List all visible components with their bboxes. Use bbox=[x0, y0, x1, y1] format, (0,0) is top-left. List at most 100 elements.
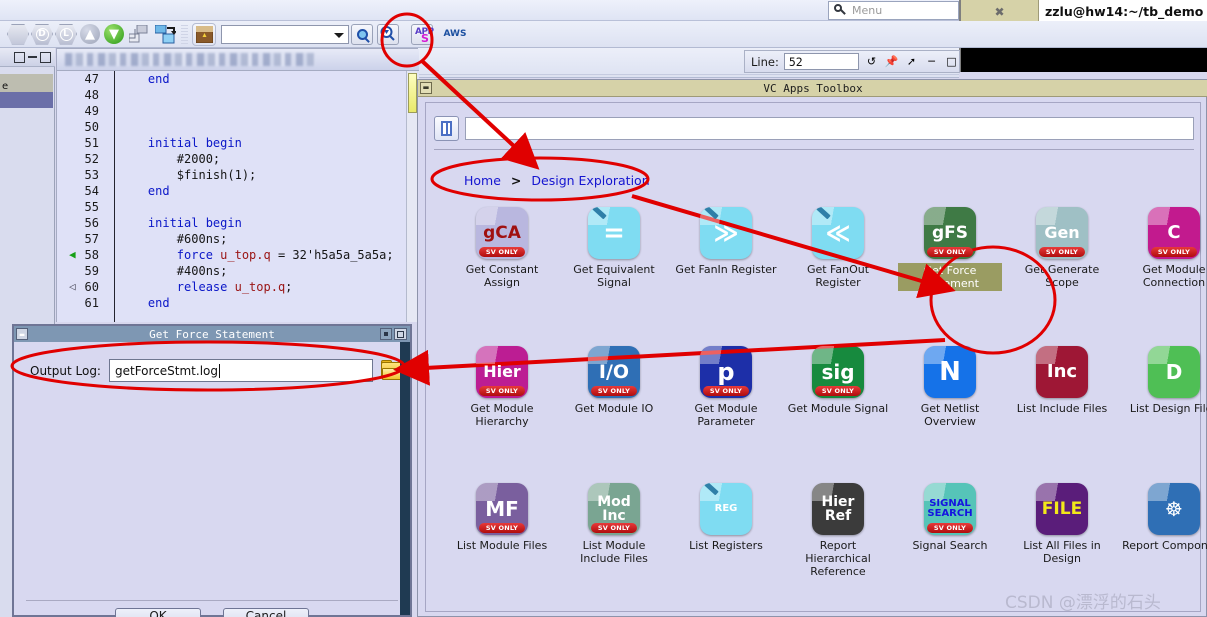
app-tile[interactable]: sig SV ONLY Get Module Signal bbox=[782, 346, 894, 461]
refresh-icon[interactable]: ↺ bbox=[864, 54, 879, 69]
code-line[interactable]: 51 initial begin bbox=[57, 135, 419, 151]
code-line[interactable]: 54 end bbox=[57, 183, 419, 199]
search-combo[interactable] bbox=[221, 24, 349, 44]
dialog-scrollbar[interactable] bbox=[400, 342, 410, 615]
code-text: release u_top.q; bbox=[176, 280, 293, 294]
editor-tabbar[interactable] bbox=[57, 49, 419, 71]
app-icon[interactable]: Hier SV ONLY bbox=[476, 346, 528, 398]
bookmark-icon[interactable] bbox=[192, 22, 216, 46]
app-icon[interactable]: Hier Ref bbox=[812, 483, 864, 535]
output-log-input[interactable]: getForceStmt.log bbox=[108, 359, 373, 382]
detach-icon[interactable]: ➚ bbox=[904, 54, 919, 69]
app-icon[interactable]: C SV ONLY bbox=[1148, 207, 1200, 259]
app-icon[interactable]: FILE bbox=[1036, 483, 1088, 535]
code-line[interactable]: 53 $finish(1); bbox=[57, 167, 419, 183]
move-to-icon[interactable] bbox=[153, 23, 177, 46]
scrollbar-thumb[interactable] bbox=[408, 73, 417, 113]
code-line[interactable]: 50 bbox=[57, 119, 419, 135]
app-icon[interactable]: p SV ONLY bbox=[700, 346, 752, 398]
app-icon[interactable]: MF SV ONLY bbox=[476, 483, 528, 535]
app-icon[interactable]: ≪ bbox=[812, 207, 864, 259]
panel-minimize-icon[interactable] bbox=[28, 56, 37, 58]
hierarchy-icon[interactable] bbox=[127, 23, 151, 46]
app-icon[interactable]: = bbox=[588, 207, 640, 259]
app-tile[interactable]: Inc List Include Files bbox=[1006, 346, 1118, 461]
code-line[interactable]: 59 #400ns; bbox=[57, 263, 419, 279]
app-icon[interactable]: sig SV ONLY bbox=[812, 346, 864, 398]
app-icon[interactable]: REG bbox=[700, 483, 752, 535]
toggle-sidebar-button[interactable] bbox=[434, 115, 459, 141]
app-tile[interactable]: ≪ Get FanOut Register bbox=[782, 207, 894, 324]
toolbox-search-input[interactable] bbox=[465, 116, 1194, 140]
step-down-button[interactable]: ▼ bbox=[104, 24, 124, 44]
app-icon[interactable]: Gen SV ONLY bbox=[1036, 207, 1088, 259]
app-tile[interactable]: = Get Equivalent Signal bbox=[558, 207, 670, 324]
close-icon[interactable]: ✖ bbox=[994, 5, 1004, 19]
step-over-button[interactable]: L bbox=[55, 23, 77, 45]
cancel-button[interactable]: Cancel bbox=[223, 608, 309, 617]
code-line[interactable]: 56 initial begin bbox=[57, 215, 419, 231]
pin-icon[interactable]: 📌 bbox=[884, 54, 899, 69]
chevron-down-icon[interactable] bbox=[334, 32, 344, 38]
vc-apps-toolbox-button[interactable]: APP S bbox=[411, 23, 434, 45]
breadcrumb-item-home[interactable]: Home bbox=[464, 173, 501, 188]
editor-vertical-scrollbar[interactable] bbox=[406, 71, 417, 322]
app-tile[interactable]: REG List Registers bbox=[670, 483, 782, 611]
step-into-button[interactable]: D bbox=[31, 23, 53, 45]
breadcrumb-item-design-exploration[interactable]: Design Exploration bbox=[531, 173, 649, 188]
advanced-search-button[interactable] bbox=[377, 23, 399, 45]
app-label: Signal Search bbox=[912, 539, 988, 552]
search-button[interactable] bbox=[351, 23, 373, 45]
app-tile[interactable]: D List Design Files bbox=[1118, 346, 1207, 461]
app-tile[interactable]: SIGNAL SEARCH SV ONLY Signal Search bbox=[894, 483, 1006, 611]
app-icon[interactable]: gFS SV ONLY bbox=[924, 207, 976, 259]
app-tile[interactable]: I/O SV ONLY Get Module IO bbox=[558, 346, 670, 461]
app-tile[interactable]: ≫ Get FanIn Register bbox=[670, 207, 782, 324]
left-panel-selected-row[interactable] bbox=[0, 92, 53, 108]
app-tile[interactable]: Hier SV ONLY Get Module Hierarchy bbox=[446, 346, 558, 461]
step-up-button[interactable]: ▲ bbox=[80, 24, 100, 44]
app-tile[interactable]: Mod Inc SV ONLY List Module Include Files bbox=[558, 483, 670, 611]
line-number-input[interactable]: 52 bbox=[783, 53, 859, 70]
code-line[interactable]: 52 #2000; bbox=[57, 151, 419, 167]
app-tile[interactable]: MF SV ONLY List Module Files bbox=[446, 483, 558, 611]
app-icon[interactable]: gCA SV ONLY bbox=[476, 207, 528, 259]
code-line[interactable]: 48 bbox=[57, 87, 419, 103]
code-line[interactable]: 57 #600ns; bbox=[57, 231, 419, 247]
app-tile[interactable]: Gen SV ONLY Get Generate Scope bbox=[1006, 207, 1118, 324]
panel-maximize-icon[interactable] bbox=[40, 51, 51, 63]
code-line[interactable]: 61 end bbox=[57, 295, 419, 311]
app-icon[interactable]: ☸ bbox=[1148, 483, 1200, 535]
run-arrow-icon[interactable] bbox=[7, 23, 29, 45]
app-tile[interactable]: Hier Ref Report Hierarchical Reference bbox=[782, 483, 894, 611]
code-line[interactable]: 47 end bbox=[57, 71, 419, 87]
app-icon[interactable]: Mod Inc SV ONLY bbox=[588, 483, 640, 535]
app-tile[interactable]: C SV ONLY Get Module Connection bbox=[1118, 207, 1207, 324]
dialog-maximize-icon[interactable] bbox=[394, 328, 407, 340]
app-tile[interactable]: gFS SV ONLY Get Force Statement bbox=[894, 207, 1006, 324]
dialog-minimize-icon[interactable]: ▬ bbox=[16, 328, 28, 340]
dialog-restore-icon[interactable] bbox=[380, 328, 392, 340]
app-icon[interactable]: SIGNAL SEARCH SV ONLY bbox=[924, 483, 976, 535]
code-line[interactable]: 55 bbox=[57, 199, 419, 215]
panel-detach-icon[interactable] bbox=[14, 51, 25, 63]
maximize-icon[interactable]: □ bbox=[944, 54, 959, 69]
app-tile[interactable]: p SV ONLY Get Module Parameter bbox=[670, 346, 782, 461]
app-tile[interactable]: gCA SV ONLY Get Constant Assign bbox=[446, 207, 558, 324]
app-icon[interactable]: Inc bbox=[1036, 346, 1088, 398]
app-icon[interactable]: D bbox=[1148, 346, 1200, 398]
ok-button[interactable]: OK bbox=[115, 608, 201, 617]
code-lines[interactable]: 47 end 48 49 50 51 initial begin 52 #2000; 53 … bbox=[57, 71, 419, 311]
code-line[interactable]: ◁ 60 release u_top.q; bbox=[57, 279, 419, 295]
app-icon[interactable]: N bbox=[924, 346, 976, 398]
minimize-icon[interactable]: ─ bbox=[924, 54, 939, 69]
app-icon[interactable]: ≫ bbox=[700, 207, 752, 259]
app-icon[interactable]: I/O SV ONLY bbox=[588, 346, 640, 398]
code-line[interactable]: 49 bbox=[57, 103, 419, 119]
app-tile[interactable]: N Get Netlist Overview bbox=[894, 346, 1006, 461]
editor-body[interactable]: 47 end 48 49 50 51 initial begin 52 #2000; 53 … bbox=[57, 71, 419, 322]
code-line[interactable]: ◀ 58 force u_top.q = 32'h5a5a_5a5a; bbox=[57, 247, 419, 263]
toolbox-minimize-icon[interactable]: ▬ bbox=[420, 82, 432, 94]
menu-search-input[interactable]: Menu bbox=[828, 1, 959, 20]
aws-button[interactable]: AWS bbox=[443, 23, 467, 46]
